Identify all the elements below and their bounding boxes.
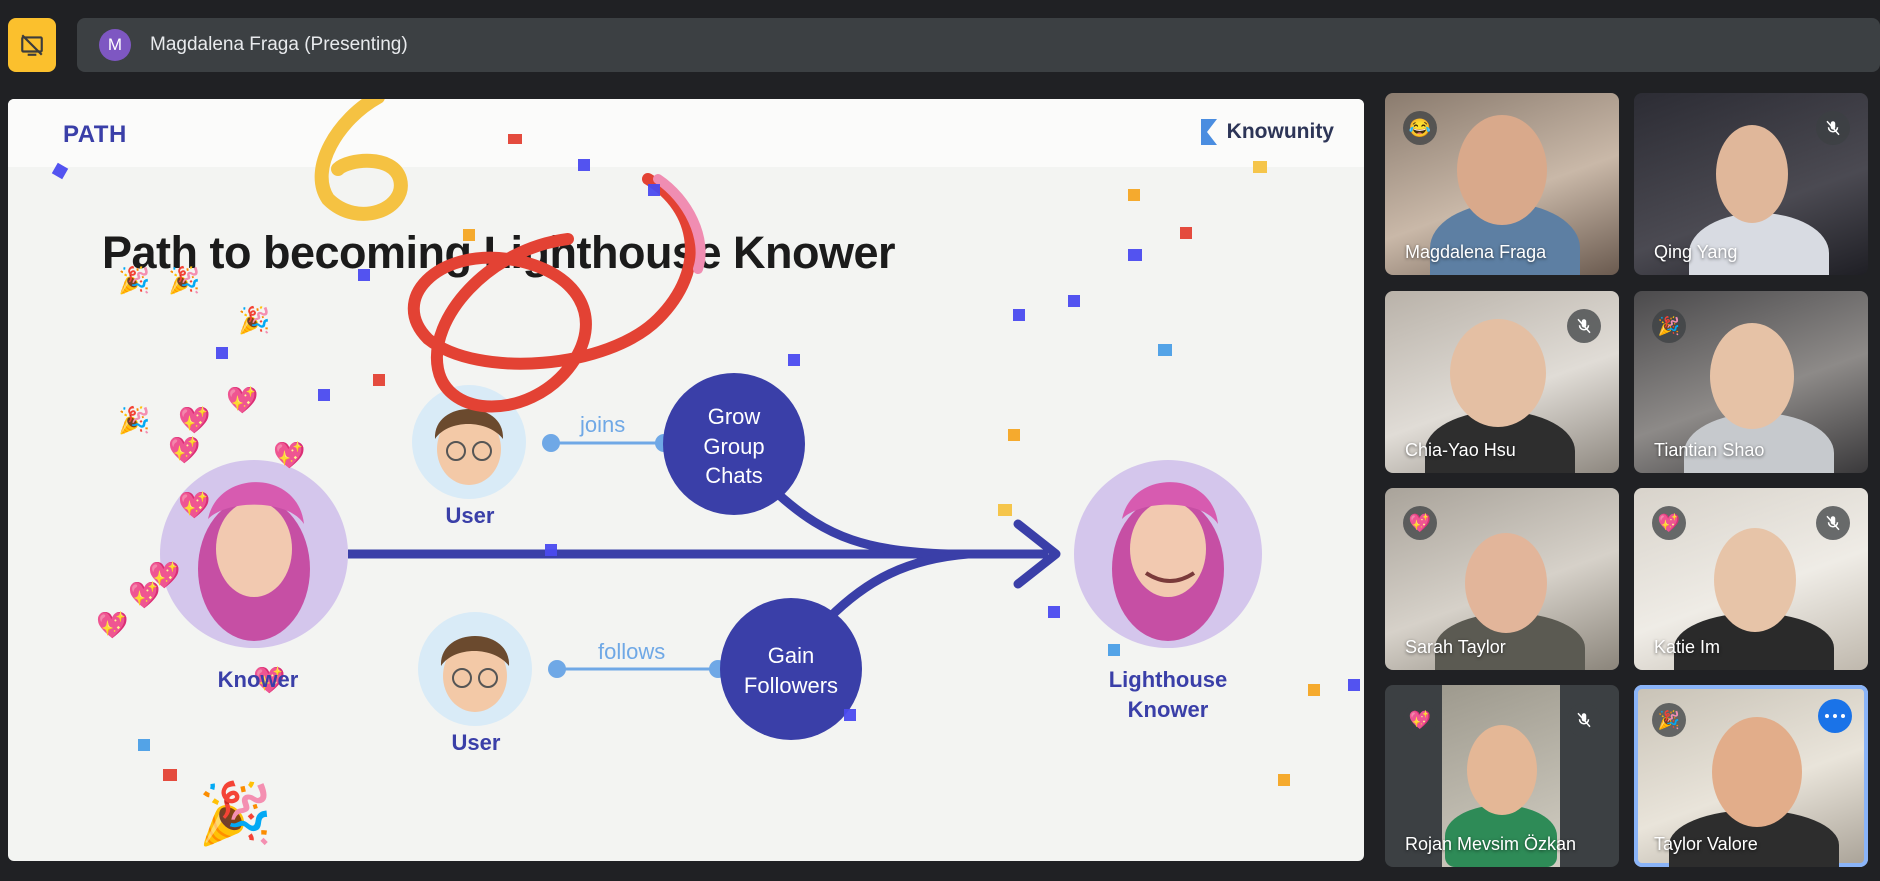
participant-tile-active[interactable]: 🎉 Taylor Valore	[1634, 685, 1868, 867]
svg-text:💖: 💖	[273, 440, 306, 471]
mic-off-icon	[1816, 506, 1850, 540]
stop-presenting-button[interactable]	[8, 18, 56, 72]
meeting-stage: M Magdalena Fraga (Presenting) PATH Know…	[0, 0, 1880, 881]
mic-off-icon	[1567, 309, 1601, 343]
participant-tile[interactable]: 😂 Magdalena Fraga	[1385, 93, 1619, 275]
mic-off-icon	[1567, 703, 1601, 737]
reaction-badge: 💖	[1403, 703, 1437, 737]
reaction-badge: 🎉	[1652, 309, 1686, 343]
participant-tile[interactable]: 🎉 Tiantian Shao	[1634, 291, 1868, 473]
participant-name: Rojan Mevsim Özkan	[1405, 834, 1577, 854]
svg-text:💖: 💖	[178, 405, 211, 436]
participant-tile[interactable]: 💖 Katie Im	[1634, 488, 1868, 670]
svg-text:🎉: 🎉	[238, 305, 270, 336]
participant-name: Sarah Taylor	[1405, 637, 1506, 657]
lighthouse-label-line2: Knower	[1127, 696, 1209, 722]
joins-label: joins	[580, 412, 626, 437]
participant-tile[interactable]: 💖 Sarah Taylor	[1385, 488, 1619, 670]
svg-text:🎉: 🎉	[168, 265, 200, 296]
participant-name: Katie Im	[1654, 637, 1721, 657]
present-off-icon	[21, 34, 43, 56]
grow-group-chats-label: Grow Group Chats	[674, 402, 794, 491]
svg-text:💖: 💖	[178, 490, 211, 521]
participant-name: Tiantian Shao	[1654, 440, 1765, 460]
svg-text:🎉: 🎉	[118, 405, 150, 436]
knower-label: Knower	[217, 667, 299, 692]
svg-text:💖: 💖	[96, 610, 129, 641]
participant-name: Taylor Valore	[1654, 834, 1758, 854]
svg-text:💖: 💖	[168, 435, 201, 466]
shared-slide: PATH Knowunity Path to becoming Lighthou…	[8, 99, 1364, 861]
presenter-label: Magdalena Fraga (Presenting)	[150, 34, 408, 55]
participant-name: Chia-Yao Hsu	[1405, 440, 1516, 460]
lighthouse-label-line1: Lighthouse	[1108, 667, 1228, 692]
grow-line2: Group	[703, 433, 765, 459]
participant-tile[interactable]: 💖 Rojan Mevsim Özkan	[1385, 685, 1619, 867]
grow-line1: Grow	[707, 404, 761, 429]
presenter-avatar: M	[99, 29, 131, 61]
svg-text:💖: 💖	[148, 560, 181, 591]
follows-label: follows	[598, 639, 666, 664]
grow-line3: Chats	[705, 463, 763, 489]
participant-name: Qing Yang	[1654, 242, 1738, 262]
lighthouse-knower-label: Lighthouse Knower	[1098, 665, 1238, 724]
reaction-badge: 😂	[1403, 111, 1437, 145]
reaction-badge: 💖	[1652, 506, 1686, 540]
more-options-button[interactable]	[1818, 699, 1852, 733]
reaction-badge: 🎉	[1652, 703, 1686, 737]
gain-line2: Followers	[743, 672, 839, 698]
svg-text:🎉: 🎉	[118, 265, 150, 296]
gain-line1: Gain	[767, 643, 815, 668]
reaction-badge: 💖	[1403, 506, 1437, 540]
gain-followers-label: Gain Followers	[721, 641, 861, 700]
user-top-label: User	[445, 503, 495, 528]
presenter-bar[interactable]: M Magdalena Fraga (Presenting)	[77, 18, 1880, 72]
participant-name: Magdalena Fraga	[1405, 242, 1547, 262]
participant-tile[interactable]: Qing Yang	[1634, 93, 1868, 275]
svg-text:💖: 💖	[226, 385, 259, 416]
mic-off-icon	[1816, 111, 1850, 145]
participant-tile[interactable]: Chia-Yao Hsu	[1385, 291, 1619, 473]
user-bottom-label: User	[451, 730, 501, 755]
svg-text:🎉: 🎉	[198, 779, 273, 849]
